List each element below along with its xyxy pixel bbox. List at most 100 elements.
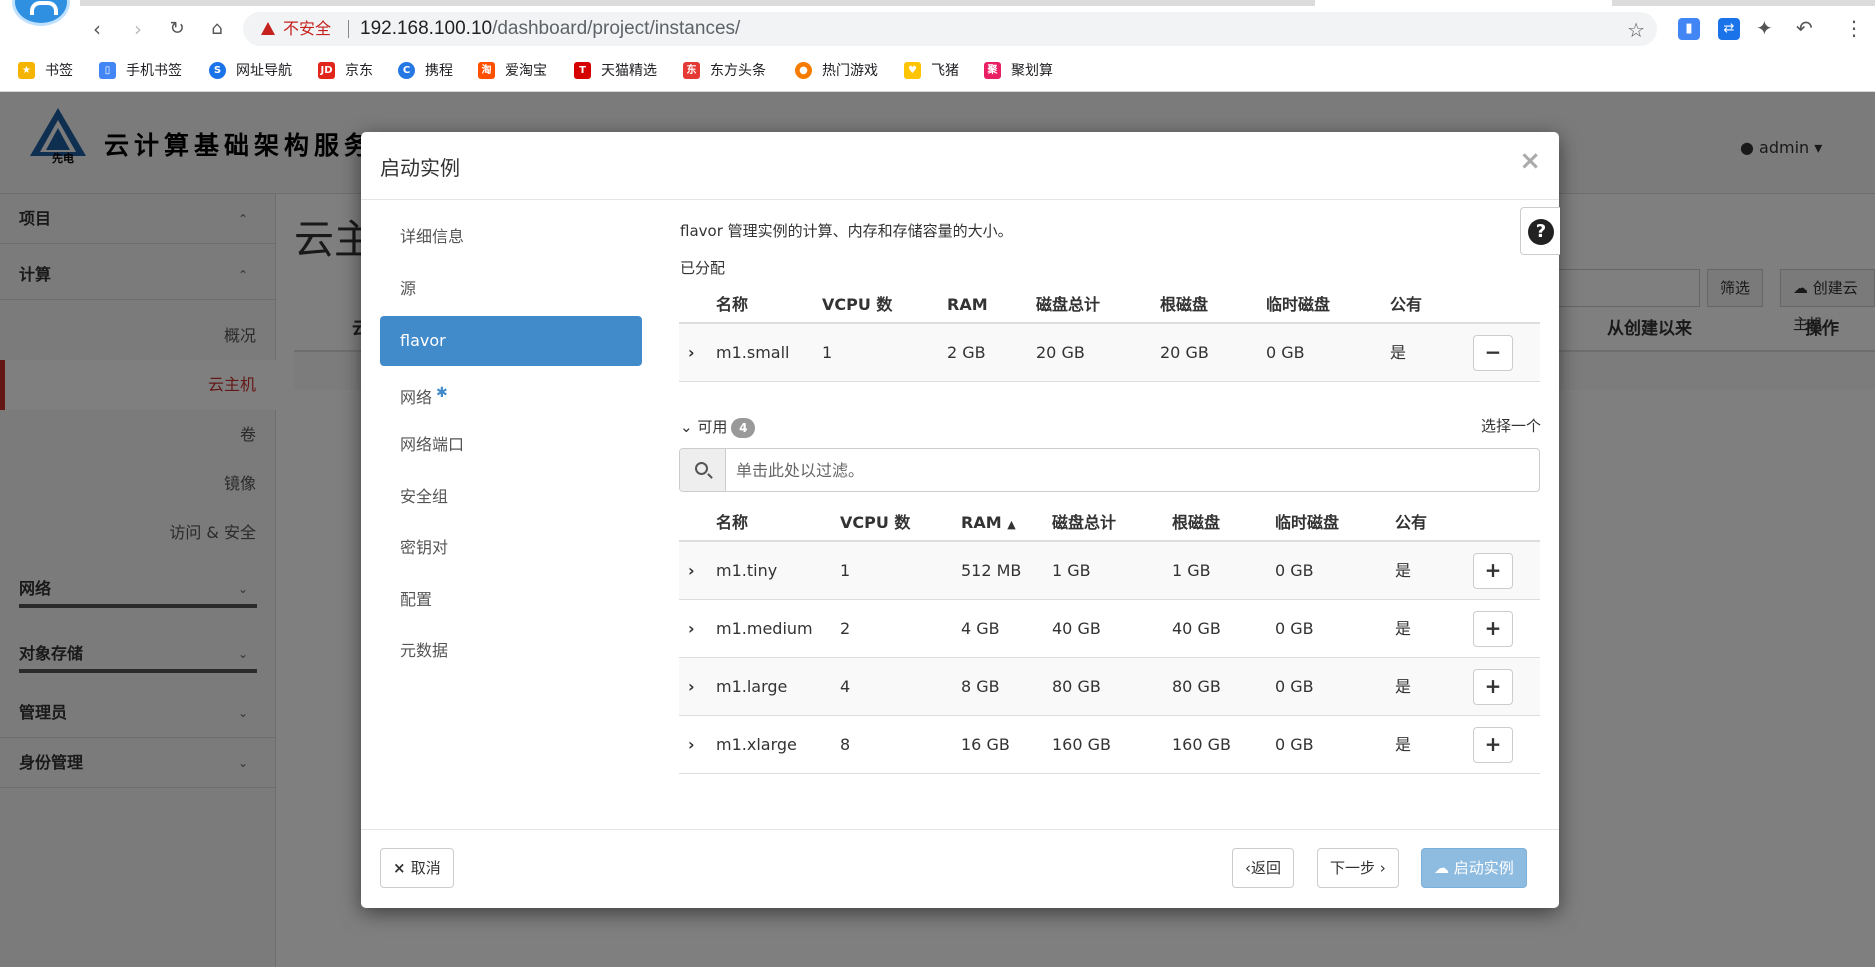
tab-strip (80, 0, 1315, 6)
extension-icon[interactable]: ▮ (1678, 18, 1700, 40)
wizard-step-details[interactable]: 详细信息 (380, 212, 642, 262)
search-icon (680, 449, 726, 491)
question-icon: ? (1528, 219, 1554, 245)
puzzle-icon[interactable]: ✦ (1756, 16, 1773, 40)
cloud-upload-icon: ☁ (1434, 859, 1454, 877)
expand-chevron-icon[interactable]: › (688, 542, 695, 599)
security-warning[interactable]: 不安全 (261, 19, 331, 39)
wizard-step-metadata[interactable]: 元数据 (380, 626, 642, 676)
bookmark-star-icon[interactable]: ☆ (1627, 18, 1645, 42)
launch-instance-button[interactable]: ☁ 启动实例 (1421, 848, 1527, 888)
column-header-disk-total[interactable]: 磁盘总计 (1052, 506, 1116, 540)
bookmark-item[interactable]: 东东方头条 (683, 58, 766, 82)
cell-ram: 512 MB (961, 561, 1022, 580)
cell-public: 是 (1395, 677, 1412, 696)
back-icon[interactable]: ‹ (84, 16, 110, 42)
cell-ephemeral: 0 GB (1275, 735, 1314, 754)
bookmark-item[interactable]: T 天猫精选 (574, 58, 657, 82)
cell-vcpu: 8 (840, 735, 851, 754)
wizard-step-configuration[interactable]: 配置 (380, 575, 642, 625)
column-header-ephemeral[interactable]: 临时磁盘 (1275, 506, 1339, 540)
undo-icon[interactable]: ↶ (1796, 16, 1813, 40)
cell-ephemeral: 0 GB (1275, 561, 1314, 580)
launch-instance-modal: 启动实例 × 详细信息 源 flavor 网络 ✱ 网络端口 安全组 密钥对 配置… (361, 132, 1560, 908)
bookmark-item[interactable]: 聚聚划算 (984, 58, 1053, 82)
cancel-button[interactable]: × 取消 (380, 848, 454, 888)
bookmark-label: 飞猪 (931, 63, 959, 79)
table-row: › m1.xlarge 8 16 GB 160 GB 160 GB 0 GB 是… (679, 716, 1540, 774)
column-header-vcpu: VCPU 数 (822, 295, 893, 314)
column-header-root-disk[interactable]: 根磁盘 (1172, 506, 1220, 540)
cell-root-disk: 160 GB (1172, 735, 1231, 754)
reload-icon[interactable]: ↻ (164, 16, 190, 42)
cell-ram: 4 GB (961, 619, 1000, 638)
required-asterisk-icon: ✱ (436, 385, 448, 401)
wizard-step-network[interactable]: 网络 ✱ (380, 368, 642, 418)
phone-icon: ▯ (99, 61, 116, 79)
bookmark-item[interactable]: ● 热门游戏 (795, 58, 878, 82)
allocate-button[interactable]: + (1473, 553, 1513, 589)
deallocate-button[interactable]: − (1473, 335, 1513, 371)
column-header-vcpu[interactable]: VCPU 数 (840, 506, 910, 540)
cell-public: 是 (1395, 561, 1412, 580)
help-button[interactable]: ? (1520, 207, 1560, 255)
bookmark-item[interactable]: ▯ 手机书签 (99, 58, 182, 82)
bookmark-item[interactable]: ♥ 飞猪 (904, 58, 959, 82)
allocated-heading: 已分配 (680, 259, 726, 277)
star-icon: ★ (18, 61, 35, 79)
wizard-step-label: 网络 (400, 388, 433, 407)
wizard-step-flavor[interactable]: flavor (380, 316, 642, 366)
allocate-button[interactable]: + (1473, 611, 1513, 647)
bookmark-label: 网址导航 (236, 63, 292, 79)
wizard-step-security-groups[interactable]: 安全组 (380, 472, 642, 522)
available-count-badge: 4 (731, 418, 756, 438)
menu-icon[interactable]: ⋮ (1844, 16, 1864, 40)
filter-input[interactable] (726, 449, 1539, 491)
wizard-step-source[interactable]: 源 (380, 264, 642, 314)
available-toggle[interactable]: ⌄ 可用 4 (680, 416, 756, 438)
column-header-root-disk: 根磁盘 (1160, 295, 1209, 314)
cell-root-disk: 80 GB (1172, 677, 1221, 696)
url-text[interactable]: 192.168.100.10/dashboard/project/instanc… (360, 18, 740, 40)
wizard-step-key-pair[interactable]: 密钥对 (380, 523, 642, 573)
game-icon: ● (795, 61, 812, 79)
expand-chevron-icon[interactable]: › (688, 658, 695, 715)
expand-chevron-icon[interactable]: › (688, 600, 695, 657)
translate-icon[interactable]: ⇄ (1718, 18, 1740, 40)
table-row: › m1.small 1 2 GB 20 GB 20 GB 0 GB 是 − (679, 324, 1540, 382)
cancel-label: 取消 (410, 859, 441, 877)
forward-icon[interactable]: › (125, 16, 151, 42)
home-icon[interactable]: ⌂ (204, 16, 230, 42)
bookmark-label: 手机书签 (126, 63, 182, 79)
cell-name: m1.xlarge (716, 735, 797, 754)
chevron-right-icon: › (1379, 859, 1386, 877)
tab-strip (1612, 0, 1875, 6)
next-button[interactable]: 下一步 › (1317, 848, 1399, 888)
expand-chevron-icon[interactable]: › (688, 716, 695, 773)
cell-root-disk: 20 GB (1160, 343, 1209, 362)
allocate-button[interactable]: + (1473, 727, 1513, 763)
cell-name: m1.large (716, 677, 788, 696)
close-icon[interactable]: × (1519, 146, 1541, 176)
bookmark-item[interactable]: C 携程 (398, 58, 453, 82)
bookmark-item[interactable]: ★ 书签 (18, 58, 73, 82)
allocate-button[interactable]: + (1473, 669, 1513, 705)
column-header-ram[interactable]: RAM ▲ (961, 506, 1016, 542)
bookmark-label: 京东 (345, 63, 373, 79)
column-header-public: 公有 (1390, 295, 1423, 314)
address-bar[interactable]: 不安全 192.168.100.10/dashboard/project/ins… (243, 12, 1657, 46)
cell-disk-total: 1 GB (1052, 561, 1091, 580)
bookmarks-bar: ★ 书签 ▯ 手机书签 S 网址导航 JD 京东 C 携程 淘爱淘宝 T 天猫精选 东东方头… (0, 58, 1875, 84)
bookmark-label: 聚划算 (1011, 63, 1053, 79)
column-header-ephemeral: 临时磁盘 (1266, 295, 1331, 314)
bookmark-label: 东方头条 (710, 63, 766, 79)
wizard-step-network-ports[interactable]: 网络端口 (380, 420, 642, 470)
bookmark-item[interactable]: JD 京东 (318, 58, 373, 82)
column-header-name[interactable]: 名称 (716, 506, 748, 540)
expand-chevron-icon[interactable]: › (688, 324, 695, 381)
back-button[interactable]: ‹返回 (1232, 848, 1295, 888)
column-header-public[interactable]: 公有 (1395, 506, 1427, 540)
bookmark-item[interactable]: 淘爱淘宝 (478, 58, 547, 82)
bookmark-item[interactable]: S 网址导航 (209, 58, 292, 82)
modal-header: 启动实例 × (361, 132, 1559, 200)
